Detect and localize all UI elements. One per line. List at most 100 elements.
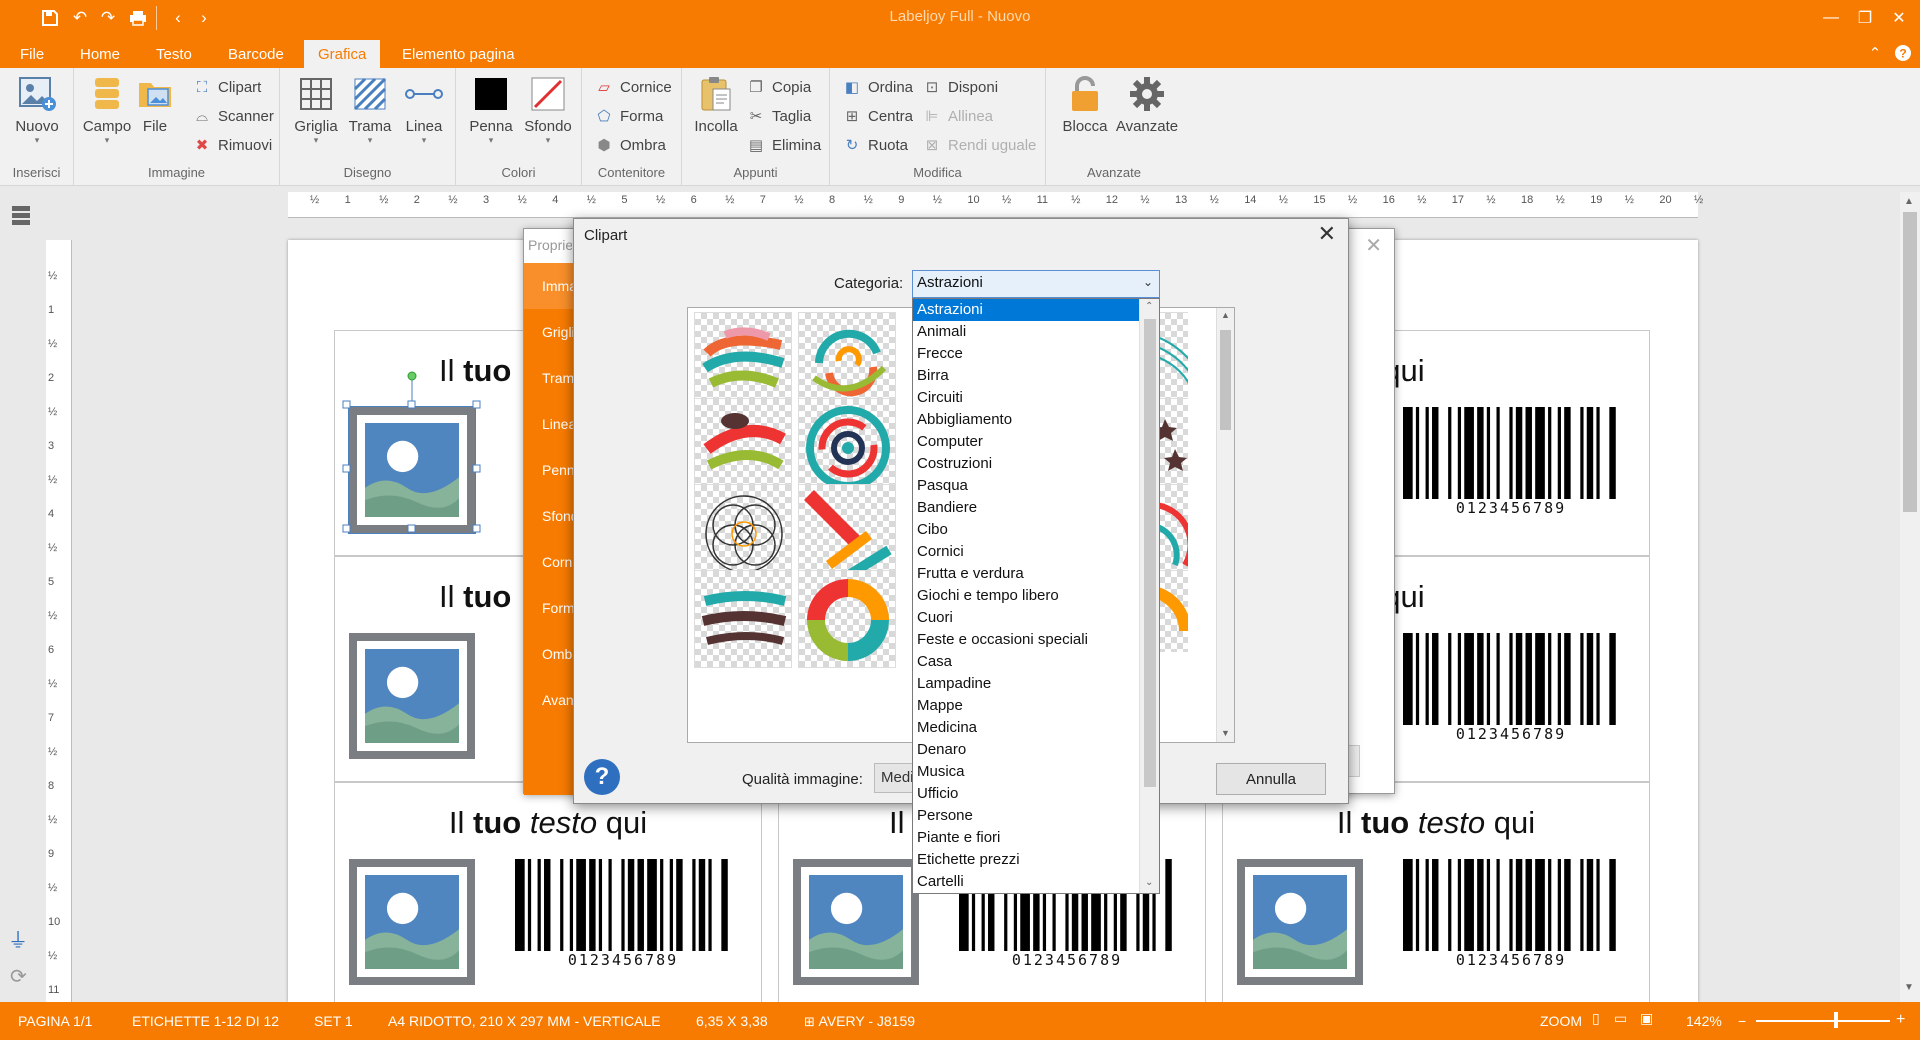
barcode[interactable]: [1403, 633, 1619, 725]
category-option[interactable]: Pasqua: [913, 475, 1141, 497]
minimize-icon[interactable]: —: [1818, 6, 1844, 30]
ruota-button[interactable]: ↻ Ruota: [842, 132, 908, 158]
clipart-thumb[interactable]: [694, 398, 792, 496]
category-option[interactable]: Piante e fiori: [913, 827, 1141, 849]
category-option[interactable]: Frutta e verdura: [913, 563, 1141, 585]
category-option[interactable]: Mappe: [913, 695, 1141, 717]
ombra-button[interactable]: ⬢ Ombra: [594, 132, 665, 158]
category-option[interactable]: Giochi e tempo libero: [913, 585, 1141, 607]
scrollbar-thumb[interactable]: [1144, 319, 1156, 787]
rimuovi-button[interactable]: ✖ Rimuovi: [192, 132, 272, 158]
close-icon[interactable]: ✕: [1318, 221, 1336, 247]
allinea-button[interactable]: ⊫ Allinea: [922, 103, 993, 129]
category-option[interactable]: Musica: [913, 761, 1141, 783]
category-option[interactable]: Frecce: [913, 343, 1141, 365]
barcode[interactable]: [1403, 407, 1619, 499]
properties-nav-item[interactable]: Sfondo: [524, 493, 574, 539]
category-option[interactable]: Abbigliamento: [913, 409, 1141, 431]
category-option[interactable]: Circuiti: [913, 387, 1141, 409]
tab-grafica[interactable]: Grafica: [304, 40, 381, 68]
clipart-thumb[interactable]: [798, 398, 896, 496]
sfondo-button[interactable]: Sfondo ▾: [520, 74, 576, 145]
fit-label-icon[interactable]: ▣: [1640, 1010, 1653, 1027]
dropdown-scrollbar[interactable]: ⌃ ⌄: [1139, 299, 1159, 893]
zoom-slider-thumb[interactable]: [1834, 1012, 1838, 1028]
category-option[interactable]: Casa: [913, 651, 1141, 673]
scanner-button[interactable]: ⌓ Scanner: [192, 103, 274, 129]
zoom-in-icon[interactable]: +: [1896, 1011, 1905, 1029]
griglia-button[interactable]: Griglia ▾: [288, 74, 344, 145]
fit-width-icon[interactable]: ▭: [1614, 1010, 1627, 1027]
category-option[interactable]: Etichette prezzi: [913, 849, 1141, 871]
label-9[interactable]: Il tuo testo qui 0123456789: [1222, 782, 1650, 1008]
scrollbar-thumb[interactable]: [1220, 330, 1231, 430]
elimina-button[interactable]: ▤ Elimina: [746, 132, 821, 158]
image-placeholder[interactable]: [1237, 859, 1363, 985]
centra-button[interactable]: ⊞ Centra: [842, 103, 913, 129]
category-option[interactable]: Costruzioni: [913, 453, 1141, 475]
properties-nav-item[interactable]: Avanzate: [524, 677, 574, 723]
clipart-grid-scrollbar[interactable]: ▲ ▼: [1216, 308, 1234, 742]
help-icon[interactable]: ?: [584, 759, 620, 795]
properties-nav-item[interactable]: Immagine: [524, 263, 574, 309]
scroll-down-icon[interactable]: ▼: [1221, 728, 1230, 738]
copia-button[interactable]: ❐ Copia: [746, 74, 811, 100]
category-dropdown-list[interactable]: Astrazioni Animali Frecce Birra Circuiti Abbi…: [912, 298, 1160, 894]
layers-icon[interactable]: [10, 204, 32, 228]
clipart-thumb[interactable]: [798, 312, 896, 410]
category-option[interactable]: Medicina: [913, 717, 1141, 739]
category-option[interactable]: Bandiere: [913, 497, 1141, 519]
clipart-button[interactable]: ⛶ Clipart: [192, 74, 262, 100]
taglia-button[interactable]: ✂ Taglia: [746, 103, 812, 129]
label-7[interactable]: Il tuo testo qui 0123456789: [334, 782, 762, 1008]
clipart-thumb[interactable]: [694, 312, 792, 410]
ordina-button[interactable]: ◧ Ordina: [842, 74, 913, 100]
avanzate-button[interactable]: Avanzate: [1112, 74, 1182, 135]
collapse-ribbon-icon[interactable]: ⌃: [1864, 42, 1886, 64]
properties-nav-item[interactable]: Forma: [524, 585, 574, 631]
scroll-up-icon[interactable]: ⌃: [1145, 301, 1153, 312]
category-option[interactable]: Denaro: [913, 739, 1141, 761]
label-text[interactable]: Il tuo testo qui: [1223, 805, 1649, 841]
status-avery[interactable]: ⊞ AVERY - J8159: [804, 1013, 915, 1030]
tab-barcode[interactable]: Barcode: [214, 40, 298, 68]
category-option[interactable]: Cibo: [913, 519, 1141, 541]
category-option[interactable]: Ufficio: [913, 783, 1141, 805]
clipart-thumb[interactable]: [798, 570, 896, 668]
nuovo-button[interactable]: Nuovo ▾: [9, 74, 65, 145]
tab-home[interactable]: Home: [66, 40, 134, 68]
image-placeholder[interactable]: [349, 633, 475, 759]
rendi-uguale-button[interactable]: ⊠ Rendi uguale: [922, 132, 1037, 158]
scroll-down-icon[interactable]: ▼: [1904, 982, 1914, 993]
trama-button[interactable]: Trama ▾: [342, 74, 398, 145]
penna-button[interactable]: Penna ▾: [466, 74, 516, 145]
forma-button[interactable]: ⬠ Forma: [594, 103, 663, 129]
refresh-icon[interactable]: ⟳: [10, 964, 32, 988]
scroll-up-icon[interactable]: ▲: [1904, 196, 1914, 207]
scroll-up-icon[interactable]: ▲: [1221, 310, 1230, 320]
clipart-thumb[interactable]: [798, 484, 896, 582]
status-format[interactable]: A4 RIDOTTO, 210 X 297 MM - VERTICALE: [388, 1013, 661, 1029]
selection-handles[interactable]: [334, 364, 482, 534]
category-option[interactable]: Birra: [913, 365, 1141, 387]
zoom-out-icon[interactable]: −: [1738, 1013, 1746, 1029]
incolla-button[interactable]: Incolla: [688, 74, 744, 135]
properties-nav-item[interactable]: Linea: [524, 401, 574, 447]
image-placeholder[interactable]: [349, 859, 475, 985]
tab-testo[interactable]: Testo: [142, 40, 206, 68]
campo-button[interactable]: Campo ▾: [79, 74, 135, 145]
barcode[interactable]: [515, 859, 731, 951]
file-button[interactable]: File: [132, 74, 178, 135]
category-option[interactable]: Cartelli: [913, 871, 1141, 893]
category-option[interactable]: Cuori: [913, 607, 1141, 629]
disponi-button[interactable]: ⊡ Disponi: [922, 74, 998, 100]
properties-nav-item[interactable]: Griglia: [524, 309, 574, 355]
vertical-scrollbar[interactable]: ▲ ▼: [1900, 192, 1920, 1002]
category-option[interactable]: Lampadine: [913, 673, 1141, 695]
image-placeholder[interactable]: [793, 859, 919, 985]
clipart-thumb[interactable]: [694, 570, 792, 668]
help-icon[interactable]: ?: [1892, 42, 1914, 64]
scrollbar-thumb[interactable]: [1903, 212, 1917, 512]
clipart-thumb[interactable]: [694, 484, 792, 582]
category-option[interactable]: Animali: [913, 321, 1141, 343]
